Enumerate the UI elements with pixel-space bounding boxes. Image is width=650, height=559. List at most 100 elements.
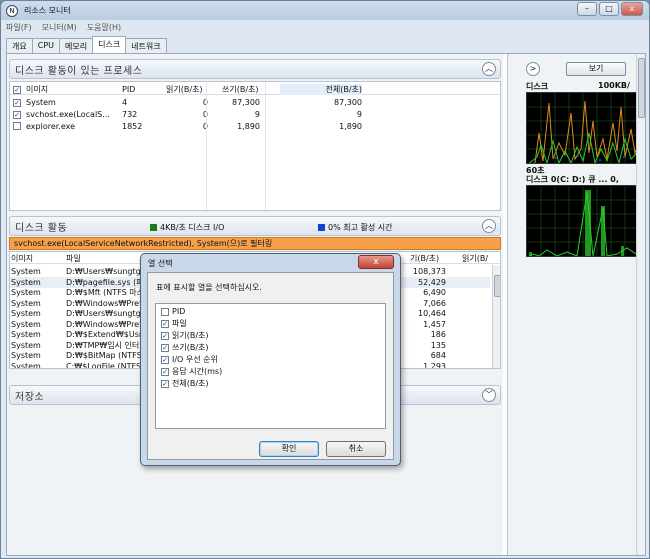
column-option-label: PID — [172, 307, 186, 316]
expand-down-icon[interactable]: ﹀ — [482, 388, 496, 402]
process-checkbox[interactable]: ✓ — [13, 99, 21, 107]
process-image: explorer.exe — [26, 122, 76, 131]
process-checkbox[interactable] — [13, 121, 21, 132]
disk-image: System — [11, 298, 41, 308]
disk-file: D:₩TMP₩임시 인터넷 — [66, 340, 147, 350]
disk-file: D:₩$Mft (NTFS 마스 — [66, 288, 144, 297]
disk-io-graph-svg — [527, 93, 637, 163]
disk-file: D:₩$Extend₩$UsnJ — [66, 330, 147, 339]
disk-total: 186 — [430, 330, 446, 339]
column-option[interactable]: ✓ 쓰기(B/초) — [161, 342, 209, 353]
scrollbar-thumb[interactable] — [494, 275, 500, 297]
column-option[interactable]: ✓ 읽기(B/초) — [161, 330, 209, 341]
col-read[interactable]: 읽기(B/초) — [166, 84, 203, 95]
col-total[interactable]: 전체(B/초) — [280, 83, 362, 95]
process-read: 0 — [166, 98, 208, 107]
tab-disk[interactable]: 디스크 — [92, 36, 127, 53]
disk-file: D:₩Windows₩Prefe — [66, 319, 147, 329]
collapse-up-icon[interactable]: ︿ — [482, 62, 496, 76]
process-checkbox[interactable]: ✓ — [13, 111, 21, 119]
col-pid[interactable]: PID — [122, 85, 135, 94]
disk-total: 7,066 — [423, 298, 446, 308]
tab-cpu[interactable]: CPU — [31, 38, 60, 53]
process-row[interactable]: ✓ System 4 0 87,300 87,300 — [10, 97, 500, 108]
column-checkbox[interactable] — [161, 307, 169, 316]
disk-image: System — [11, 309, 41, 318]
cancel-button[interactable]: 취소 — [326, 441, 386, 457]
tab-network[interactable]: 네트워크 — [125, 38, 167, 53]
process-image: System — [26, 98, 56, 107]
col-total[interactable]: 기(B/초) — [410, 253, 439, 264]
active-time-legend: 0% 최고 활성 시간 — [318, 222, 392, 233]
disk-table-scrollbar[interactable] — [492, 265, 500, 368]
column-option[interactable]: ✓ 전체(B/초) — [161, 378, 209, 389]
process-image: svchost.exe(LocalS... — [26, 110, 110, 119]
col-file[interactable]: 파일 — [66, 253, 81, 264]
right-pane: > 보기 디스크 100KB/ 60초 디스크 0(C: D:) 큐 ... 0… — [507, 54, 645, 555]
ok-button[interactable]: 확인 — [259, 441, 319, 457]
tab-memory[interactable]: 메모리 — [59, 38, 94, 53]
expand-right-icon[interactable]: > — [526, 62, 540, 76]
column-option[interactable]: ✓ 응답 시간(ms) — [161, 366, 222, 377]
tab-overview[interactable]: 개요 — [6, 38, 33, 53]
column-checkbox[interactable]: ✓ — [161, 343, 169, 352]
disk-total: 684 — [430, 351, 446, 360]
column-option[interactable]: PID — [161, 306, 185, 317]
process-row[interactable]: ✓ svchost.exe(LocalS... 732 0 9 9 — [10, 109, 500, 120]
scrollbar-thumb[interactable] — [638, 58, 645, 118]
disk-file: D:₩$BitMap (NTFS / — [66, 351, 147, 360]
col-image[interactable]: 이미지 — [26, 84, 48, 95]
column-checkbox[interactable]: ✓ — [161, 331, 169, 340]
io-legend-label: 4KB/초 디스크 I/O — [160, 223, 225, 232]
process-checkbox[interactable]: ✓ — [13, 98, 21, 107]
process-checkbox[interactable] — [13, 121, 21, 130]
process-total: 9 — [356, 110, 362, 119]
process-write: 9 — [254, 110, 260, 119]
menu-help[interactable]: 도움말(H) — [87, 22, 121, 33]
process-pid: 1852 — [122, 122, 143, 131]
process-write: 87,300 — [232, 98, 260, 107]
menu-bar: 파일(F) 모니터(M) 도움말(H) — [6, 22, 121, 33]
disk-total: 1,457 — [423, 319, 446, 329]
disk-total: 1,293 — [423, 361, 446, 369]
column-checkbox[interactable]: ✓ — [161, 379, 169, 388]
process-row[interactable]: explorer.exe 1852 0 1,890 1,890 — [10, 121, 500, 132]
process-checkbox[interactable]: ✓ — [13, 110, 21, 119]
close-button[interactable]: x — [621, 2, 643, 16]
column-option-label: 응답 시간(ms) — [172, 367, 223, 376]
dialog-title: 열 선택 — [148, 259, 173, 268]
disk-total: 10,464 — [418, 309, 446, 318]
column-option[interactable]: ✓ 파일 — [161, 318, 187, 329]
active-legend-label: 0% 최고 활성 시간 — [328, 223, 393, 232]
menu-monitor[interactable]: 모니터(M) — [42, 22, 77, 33]
column-checkbox[interactable]: ✓ — [161, 319, 169, 328]
window-title: 리소스 모니터 — [24, 6, 71, 15]
column-checkbox[interactable]: ✓ — [161, 367, 169, 376]
maximize-button[interactable]: □ — [599, 2, 619, 16]
collapse-up-icon[interactable]: ︿ — [482, 219, 496, 233]
menu-file[interactable]: 파일(F) — [6, 22, 32, 33]
view-button[interactable]: 보기 — [566, 62, 626, 76]
disk-file: D:₩Windows₩Prefe — [66, 298, 147, 308]
disk-file: C:₩$LogFile (NTFS — [66, 361, 142, 369]
col-read[interactable]: 읽기(B/ — [462, 253, 488, 264]
disk-file: D:₩Users₩sungtg₩ — [66, 267, 149, 276]
io-legend-square — [150, 224, 157, 231]
processes-section-header[interactable]: 디스크 활동이 있는 프로세스 ︿ — [9, 59, 501, 79]
column-checkbox[interactable]: ✓ — [161, 355, 169, 364]
disk-image: System — [11, 330, 41, 339]
col-write[interactable]: 쓰기(B/초) — [222, 84, 259, 95]
col-image[interactable]: 이미지 — [11, 253, 33, 264]
column-option[interactable]: ✓ I/O 우선 순위 — [161, 354, 218, 365]
processes-table: ✓ 이미지 PID 읽기(B/초) 쓰기(B/초) 전체(B/초) ✓ Syste… — [9, 81, 501, 211]
minimize-button[interactable]: – — [577, 2, 597, 16]
dialog-close-button[interactable]: x — [358, 255, 394, 269]
right-pane-scrollbar[interactable] — [636, 54, 645, 555]
select-all-checkbox[interactable]: ✓ — [13, 85, 21, 94]
disk-image: System — [11, 361, 41, 369]
title-bar[interactable]: N 리소스 모니터 – □ x — [1, 1, 649, 20]
disk-activity-section-header[interactable]: 디스크 활동 4KB/초 디스크 I/O 0% 최고 활성 시간 ︿ — [9, 216, 501, 236]
storage-title: 저장소 — [15, 391, 45, 403]
process-total: 1,890 — [339, 122, 362, 131]
disk-queue-graph — [526, 185, 638, 257]
